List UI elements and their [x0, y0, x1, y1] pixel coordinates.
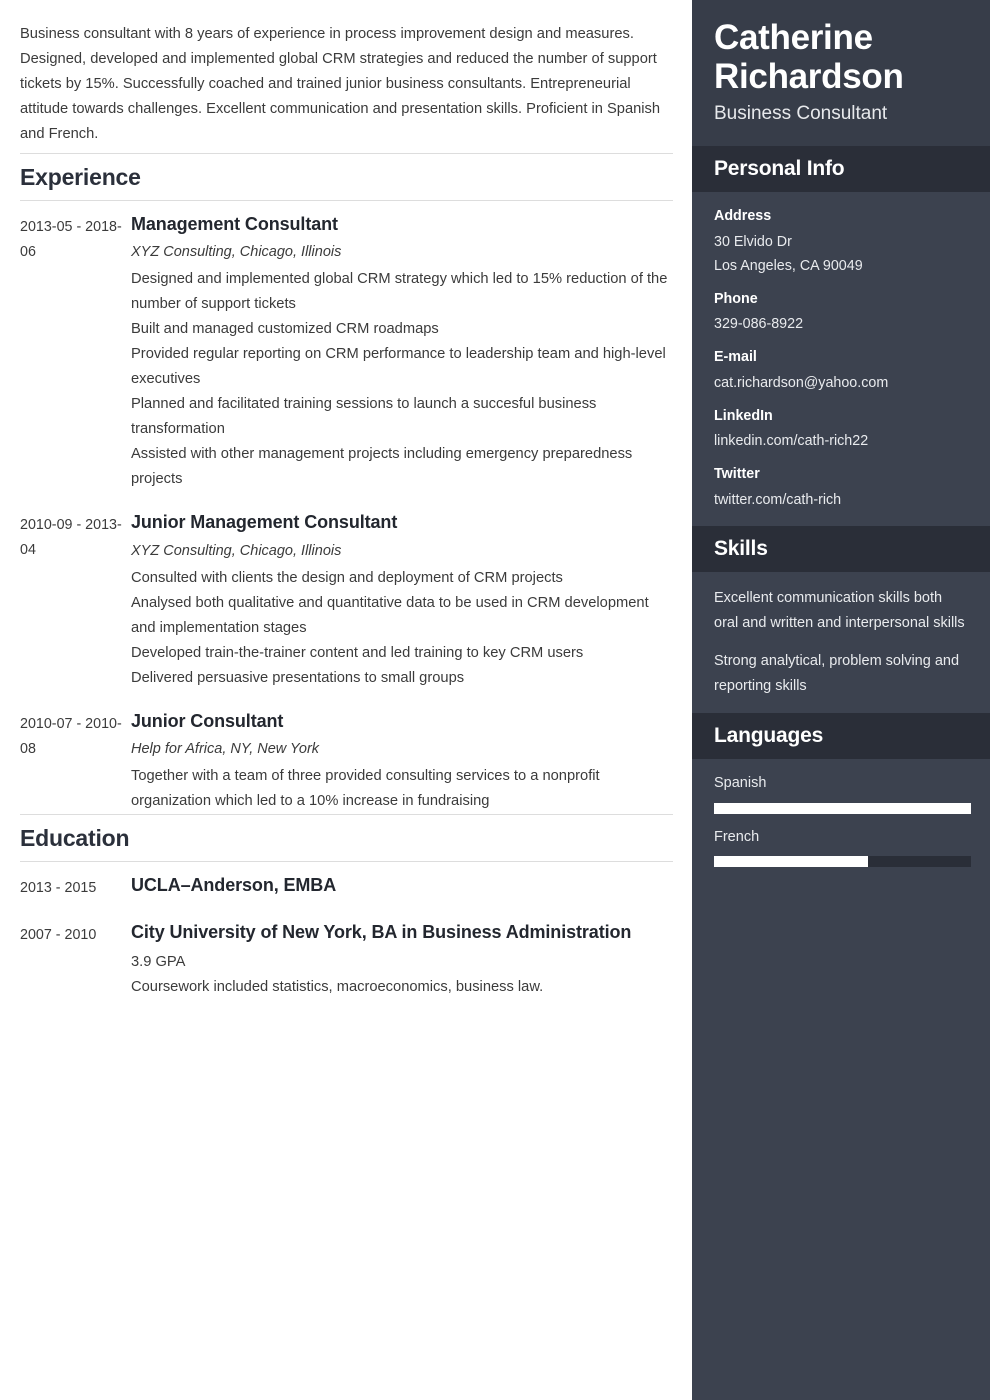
- skill-item: Strong analytical, problem solving and r…: [714, 652, 960, 694]
- sidebar-heading-skills: Skills: [692, 525, 990, 572]
- timeline-entry: 2010-07 - 2010-08 Junior Consultant Help f…: [20, 709, 673, 814]
- entry-subtitle: Help for Africa, NY, New York: [131, 741, 320, 758]
- entry-dates: 2013 - 2015: [20, 880, 97, 897]
- entry-bullet: Delivered persuasive presentations to sm…: [131, 669, 465, 686]
- timeline-entry: 2013 - 2015 UCLA–Anderson, EMBA: [20, 873, 673, 902]
- personal-info-value: 30 Elvido Dr: [714, 233, 792, 250]
- entry-dates: 2013-05 - 2018-06: [20, 219, 122, 261]
- language-level-bar: [714, 802, 971, 814]
- entry-bullet: Designed and implemented global CRM stra…: [131, 271, 668, 313]
- main-content-column: Business consultant with 8 years of expe…: [0, 0, 692, 1400]
- entry-body: Junior Management Consultant XYZ Consulti…: [131, 510, 673, 690]
- personal-info-item: Twitter twitter.com/cath-rich: [714, 464, 968, 511]
- sidebar-heading-skills-label: Skills: [714, 536, 768, 560]
- language-level-bar-fill: [714, 856, 869, 868]
- entry-bullet: Together with a team of three provided c…: [131, 768, 600, 810]
- sidebar-heading-personal-info: Personal Info: [692, 146, 990, 193]
- candidate-job-title: Business Consultant: [714, 103, 888, 125]
- entry-dates: 2010-07 - 2010-08: [20, 715, 122, 757]
- personal-info-label: LinkedIn: [714, 407, 773, 424]
- personal-info-label: E-mail: [714, 349, 757, 366]
- entry-bullet: Planned and facilitated training session…: [131, 396, 597, 438]
- entry-body: Junior Consultant Help for Africa, NY, Ne…: [131, 709, 673, 814]
- entry-bullet: 3.9 GPA: [131, 953, 186, 970]
- entry-title: Management Consultant: [131, 214, 338, 235]
- language-item: Spanish: [714, 773, 971, 814]
- skills-list: Excellent communication skills both oral…: [692, 572, 990, 713]
- personal-info-value: cat.richardson@yahoo.com: [714, 374, 889, 391]
- personal-info-label: Phone: [714, 290, 758, 307]
- resume-page: Business consultant with 8 years of expe…: [0, 0, 990, 1400]
- personal-info-value: linkedin.com/cath-rich22: [714, 433, 869, 450]
- professional-summary: Business consultant with 8 years of expe…: [20, 26, 661, 142]
- sidebar-heading-personal-info-label: Personal Info: [714, 157, 845, 181]
- entry-body: UCLA–Anderson, EMBA: [131, 873, 673, 902]
- candidate-name: Catherine Richardson: [714, 18, 904, 97]
- entry-title: Junior Consultant: [131, 710, 284, 731]
- language-name: French: [714, 828, 760, 845]
- education-entries: 2013 - 2015 UCLA–Anderson, EMBA 2007 - 201…: [20, 862, 673, 1000]
- language-level-bar: [714, 856, 971, 868]
- personal-info-label: Address: [714, 208, 772, 225]
- timeline-entry: 2010-09 - 2013-04 Junior Management Consu…: [20, 510, 673, 690]
- personal-info-value: 329-086-8922: [714, 316, 804, 333]
- entry-title: Junior Management Consultant: [131, 512, 398, 533]
- entry-body: City University of New York, BA in Busin…: [131, 920, 673, 999]
- language-level-bar-fill: [714, 802, 971, 814]
- entry-bullet: Consulted with clients the design and de…: [131, 569, 563, 586]
- entry-dates: 2010-09 - 2013-04: [20, 517, 122, 559]
- timeline-entry: 2013-05 - 2018-06 Management Consultant XY…: [20, 212, 673, 492]
- entry-bullet: Assisted with other management projects …: [131, 446, 633, 488]
- section-heading-education: Education: [20, 825, 130, 852]
- entry-dates: 2007 - 2010: [20, 927, 97, 944]
- personal-info-list: Address 30 Elvido Dr Los Angeles, CA 90049…: [692, 192, 990, 525]
- personal-info-label: Twitter: [714, 466, 760, 483]
- languages-list: Spanish French: [692, 759, 990, 880]
- timeline-entry: 2007 - 2010 City University of New York, …: [20, 920, 673, 999]
- experience-entries: 2013-05 - 2018-06 Management Consultant XY…: [20, 201, 673, 814]
- entry-subtitle: XYZ Consulting, Chicago, Illinois: [131, 542, 342, 559]
- skill-item: Excellent communication skills both oral…: [714, 589, 965, 631]
- personal-info-item: LinkedIn linkedin.com/cath-rich22: [714, 406, 968, 453]
- personal-info-item: Address 30 Elvido Dr Los Angeles, CA 90049: [714, 206, 968, 277]
- entry-bullet: Built and managed customized CRM roadmap…: [131, 321, 439, 338]
- personal-info-value: twitter.com/cath-rich: [714, 491, 842, 508]
- entry-bullet: Coursework included statistics, macroeco…: [131, 978, 544, 995]
- section-heading-experience: Experience: [20, 164, 141, 190]
- personal-info-item: Phone 329-086-8922: [714, 289, 968, 336]
- sidebar-heading-languages: Languages: [692, 712, 990, 759]
- entry-body: Management Consultant XYZ Consulting, Chi…: [131, 212, 673, 492]
- entry-subtitle: XYZ Consulting, Chicago, Illinois: [131, 244, 342, 261]
- language-item: French: [714, 827, 971, 868]
- personal-info-item: E-mail cat.richardson@yahoo.com: [714, 347, 968, 394]
- sidebar-column: Catherine Richardson Business Consultant…: [692, 0, 990, 1400]
- sidebar-name-block: Catherine Richardson Business Consultant: [692, 0, 990, 147]
- entry-title: City University of New York, BA in Busin…: [131, 922, 632, 943]
- sidebar-heading-languages-label: Languages: [714, 723, 824, 747]
- entry-bullet: Provided regular reporting on CRM perfor…: [131, 346, 666, 388]
- entry-bullet: Analysed both qualitative and quantitati…: [131, 594, 649, 636]
- personal-info-value-secondary: Los Angeles, CA 90049: [714, 257, 863, 274]
- entry-bullet: Developed train-the-trainer content and …: [131, 644, 584, 661]
- language-name: Spanish: [714, 774, 767, 791]
- entry-title: UCLA–Anderson, EMBA: [131, 875, 337, 896]
